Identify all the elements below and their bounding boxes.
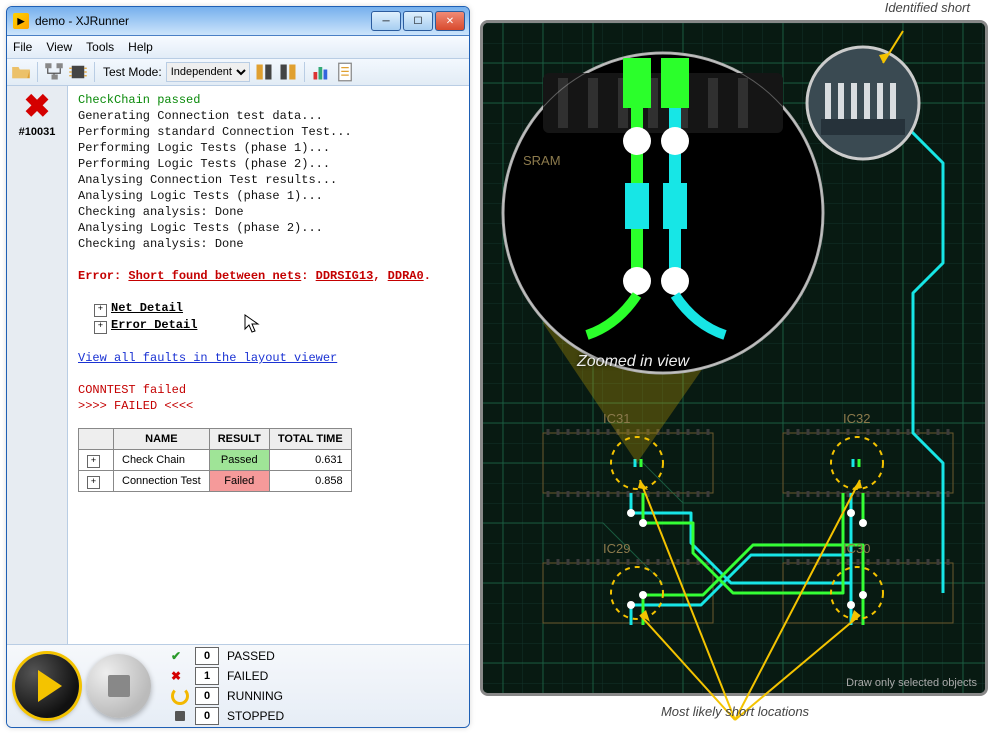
- log-line: Analysing Logic Tests (phase 1)...: [78, 188, 463, 204]
- log-line: Generating Connection test data...: [78, 108, 463, 124]
- failed-label: FAILED: [227, 669, 284, 683]
- ic31-label: IC31: [603, 411, 630, 426]
- running-count: 0: [195, 687, 219, 705]
- tree-icon[interactable]: [44, 62, 64, 82]
- open-icon[interactable]: [11, 62, 31, 82]
- table-row[interactable]: + Check Chain Passed 0.631: [79, 450, 352, 471]
- close-button[interactable]: ✕: [435, 11, 465, 31]
- error-detail-toggle[interactable]: +Error Detail: [94, 317, 463, 334]
- log-line: CheckChain passed: [78, 92, 463, 108]
- stopped-count: 0: [195, 707, 219, 725]
- log-panel[interactable]: CheckChain passed Generating Connection …: [68, 86, 469, 644]
- table-row[interactable]: + Connection Test Failed 0.858: [79, 471, 352, 492]
- run-id: #10031: [7, 126, 67, 138]
- fail-x-icon: ✖: [7, 90, 67, 122]
- annotation-bottom: Most likely short locations: [480, 696, 990, 719]
- log-line: Checking analysis: Done: [78, 236, 463, 252]
- log-line: Performing Logic Tests (phase 2)...: [78, 156, 463, 172]
- chip-icon[interactable]: [68, 62, 88, 82]
- failed-count: 1: [195, 667, 219, 685]
- layout-footer: Draw only selected objects: [846, 677, 977, 689]
- error-net-link[interactable]: DDRA0: [388, 269, 424, 283]
- menu-view[interactable]: View: [46, 40, 72, 54]
- ic32-label: IC32: [843, 411, 870, 426]
- log-line: Performing standard Connection Test...: [78, 124, 463, 140]
- stopped-label: STOPPED: [227, 709, 284, 723]
- net-detail-toggle[interactable]: +Net Detail: [94, 300, 463, 317]
- annotation-top: Identified short: [480, 0, 990, 16]
- col-time: TOTAL TIME: [269, 429, 351, 450]
- app-window: ▶ demo - XJRunner ─ ☐ ✕ File View Tools …: [6, 6, 470, 728]
- col-name: NAME: [114, 429, 210, 450]
- expand-icon[interactable]: +: [94, 304, 107, 317]
- menu-help[interactable]: Help: [128, 40, 153, 54]
- play-button[interactable]: [15, 654, 79, 718]
- test-mode-select[interactable]: Independent: [166, 62, 250, 82]
- toolbar-icon-b[interactable]: [278, 62, 298, 82]
- passed-label: PASSED: [227, 649, 284, 663]
- menu-bar: File View Tools Help: [7, 36, 469, 59]
- sram-label: SRAM: [523, 153, 561, 168]
- stop-button[interactable]: [87, 654, 151, 718]
- fail-icon: ✖: [171, 669, 189, 683]
- result-cell: Failed: [209, 471, 269, 492]
- failed-banner: >>>> FAILED <<<<: [78, 398, 463, 414]
- stopped-icon: [175, 711, 185, 721]
- run-sidebar: ✖ #10031: [7, 86, 68, 644]
- col-result: RESULT: [209, 429, 269, 450]
- status-bar: ✔ 0 PASSED ✖ 1 FAILED 0 RUNNING 0 STOPPE…: [7, 644, 469, 727]
- log-line: Analysing Connection Test results...: [78, 172, 463, 188]
- ic29-label: IC29: [603, 541, 630, 556]
- chart-icon[interactable]: [311, 62, 331, 82]
- log-line: Checking analysis: Done: [78, 204, 463, 220]
- error-net-link[interactable]: DDRSIG13: [316, 269, 374, 283]
- expand-icon[interactable]: +: [94, 321, 107, 334]
- report-icon[interactable]: [335, 62, 355, 82]
- passed-count: 0: [195, 647, 219, 665]
- title-bar: ▶ demo - XJRunner ─ ☐ ✕: [7, 7, 469, 36]
- pass-icon: ✔: [171, 649, 189, 663]
- log-line: Analysing Logic Tests (phase 2)...: [78, 220, 463, 236]
- window-title: demo - XJRunner: [35, 14, 371, 28]
- minimize-button[interactable]: ─: [371, 11, 401, 31]
- results-table: NAME RESULT TOTAL TIME + Check Chain Pas…: [78, 428, 352, 492]
- conntest-failed: CONNTEST failed: [78, 382, 463, 398]
- running-icon: [171, 687, 189, 705]
- test-mode-label: Test Mode:: [103, 65, 162, 79]
- view-faults-link[interactable]: View all faults in the layout viewer: [78, 351, 337, 365]
- error-short-link[interactable]: Short found between nets: [128, 269, 301, 283]
- app-icon: ▶: [13, 13, 29, 29]
- menu-tools[interactable]: Tools: [86, 40, 114, 54]
- ic30-label: IC30: [843, 541, 870, 556]
- expand-icon[interactable]: +: [87, 455, 100, 468]
- toolbar-icon-a[interactable]: [254, 62, 274, 82]
- error-prefix: Error:: [78, 269, 128, 283]
- zoom-label: Zoomed in view: [577, 353, 689, 371]
- result-cell: Passed: [209, 450, 269, 471]
- maximize-button[interactable]: ☐: [403, 11, 433, 31]
- running-label: RUNNING: [227, 689, 284, 703]
- tool-bar: Test Mode: Independent: [7, 59, 469, 86]
- menu-file[interactable]: File: [13, 40, 32, 54]
- log-line: Performing Logic Tests (phase 1)...: [78, 140, 463, 156]
- error-line: Error: Short found between nets: DDRSIG1…: [78, 268, 463, 284]
- layout-viewer[interactable]: Zoomed in view SRAM IC31 IC32 IC29 IC30 …: [480, 20, 988, 696]
- expand-icon[interactable]: +: [87, 476, 100, 489]
